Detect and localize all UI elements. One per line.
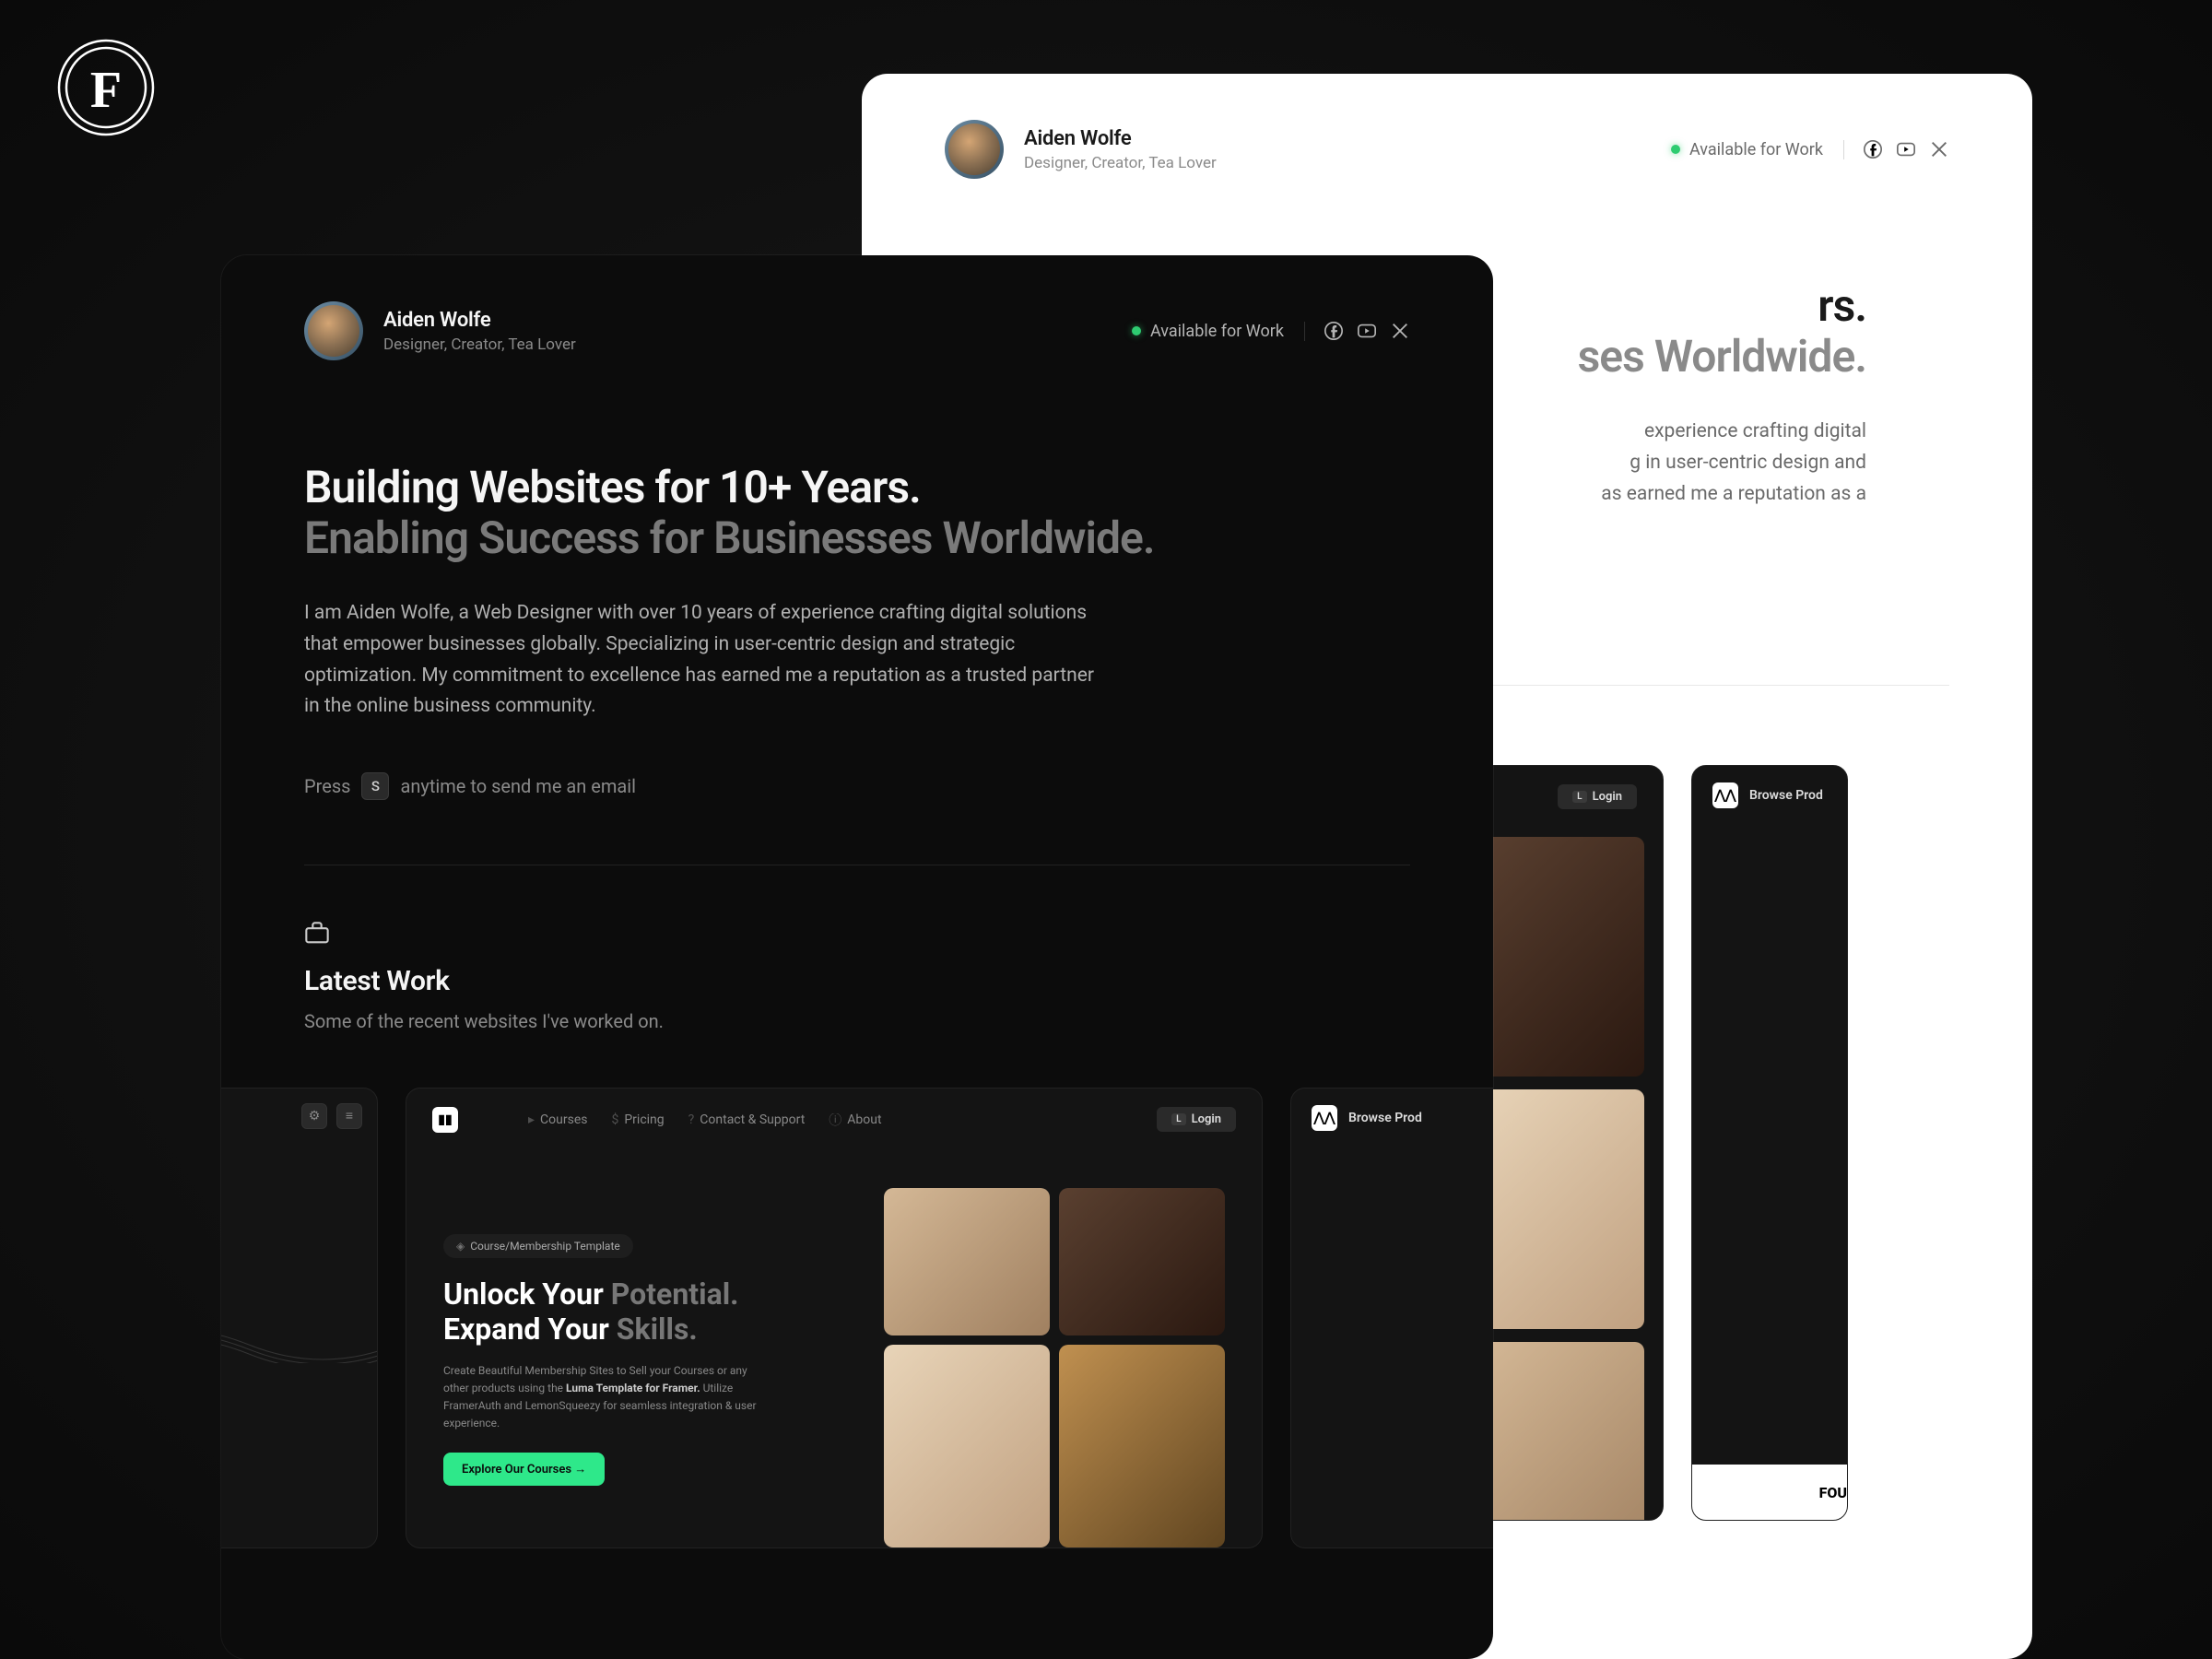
bio-text: I am Aiden Wolfe, a Web Designer with ov… [304, 598, 1097, 722]
previews-row: ss... ⚙ ≡ Tasks Task Management ▮▮ ▸Cour… [221, 1032, 1493, 1548]
header: Aiden Wolfe Designer, Creator, Tea Lover… [862, 74, 2032, 179]
status-dot-icon [1671, 145, 1680, 154]
latest-work-title: Latest Work [304, 965, 1410, 997]
nav-courses[interactable]: ▸Courses [528, 1111, 587, 1129]
preview-logo-icon: ▮▮ [432, 1107, 458, 1133]
task-item[interactable]: Task Management [221, 1531, 377, 1547]
hero-section: Building Websites for 10+ Years. Enablin… [221, 360, 1493, 800]
preview-logo-icon: ⋀⋀ [1312, 1105, 1337, 1131]
portrait-tile [1059, 1345, 1225, 1547]
preview-b-left: ◈Course/Membership Template Unlock Your … [443, 1188, 856, 1548]
preview-nav: ▸Courses $Pricing ?Contact & Support ⓘAb… [528, 1111, 882, 1129]
availability-badge: Available for Work [1132, 322, 1305, 341]
preview-login-button[interactable]: LLogin [1558, 784, 1637, 809]
preview-footer-frag: FOU [1692, 1465, 1847, 1520]
tasks-title: Tasks [221, 1484, 377, 1503]
preview-c-label: Browse Prod [1348, 1111, 1422, 1125]
availability-badge: Available for Work [1671, 140, 1844, 159]
nav-contact[interactable]: ?Contact & Support [688, 1111, 806, 1129]
preview-pill: ◈Course/Membership Template [443, 1234, 633, 1258]
hero-subtitle: Enabling Success for Businesses Worldwid… [304, 512, 1410, 563]
press-pre: Press [304, 775, 350, 797]
menu-icon[interactable]: ≡ [336, 1103, 362, 1129]
social-links [1324, 321, 1410, 341]
profile-name: Aiden Wolfe [1024, 127, 1217, 150]
header: Aiden Wolfe Designer, Creator, Tea Lover… [221, 255, 1493, 360]
preview-label: Browse Prod [1749, 788, 1823, 803]
preview-tasks[interactable]: ss... ⚙ ≡ Tasks Task Management [221, 1088, 378, 1548]
preview-b-body: ◈Course/Membership Template Unlock Your … [406, 1151, 1262, 1548]
briefcase-icon [304, 921, 330, 945]
portrait-tile [1476, 837, 1644, 1077]
nav-about[interactable]: ⓘAbout [829, 1111, 881, 1129]
x-icon[interactable] [1390, 321, 1410, 341]
portrait-tile [884, 1188, 1050, 1335]
preview-browse[interactable]: ⋀⋀ Browse Prod [1290, 1088, 1493, 1548]
portfolio-card-dark: Aiden Wolfe Designer, Creator, Tea Lover… [221, 255, 1493, 1659]
availability-text: Available for Work [1689, 140, 1823, 159]
preview-luma[interactable]: ▮▮ ▸Courses $Pricing ?Contact & Support … [406, 1088, 1263, 1548]
x-icon[interactable] [1929, 139, 1949, 159]
avatar[interactable] [304, 301, 363, 360]
availability-text: Available for Work [1150, 322, 1284, 341]
status-dot-icon [1132, 326, 1141, 335]
latest-work-subtitle: Some of the recent websites I've worked … [304, 1010, 1410, 1032]
brand-logo: F [55, 37, 157, 138]
svg-text:F: F [90, 62, 122, 119]
preview-a-tasks: Tasks Task Management [221, 1484, 377, 1547]
preview-desc: Create Beautiful Membership Sites to Sel… [443, 1362, 757, 1433]
profile-tagline: Designer, Creator, Tea Lover [1024, 154, 1217, 172]
preview-header: ⋀⋀ Browse Prod [1692, 766, 1847, 825]
avatar[interactable] [945, 120, 1004, 179]
header-right: Available for Work [1671, 139, 1949, 159]
portrait-grid [884, 1188, 1225, 1548]
preview-h1: Unlock Your Potential. Expand Your Skill… [443, 1277, 856, 1347]
preview-b-header: ▮▮ ▸Courses $Pricing ?Contact & Support … [406, 1088, 1262, 1151]
nav-pricing[interactable]: $Pricing [611, 1111, 664, 1129]
profile-tagline: Designer, Creator, Tea Lover [383, 335, 576, 354]
name-block: Aiden Wolfe Designer, Creator, Tea Lover [383, 309, 576, 354]
preview-browse-light[interactable]: ⋀⋀ Browse Prod FOU [1691, 765, 1848, 1521]
portrait-tile [1059, 1188, 1225, 1335]
preview-c-header: ⋀⋀ Browse Prod [1291, 1088, 1493, 1147]
latest-work-section: Latest Work Some of the recent websites … [221, 865, 1493, 1032]
youtube-icon[interactable] [1357, 321, 1377, 341]
name-block: Aiden Wolfe Designer, Creator, Tea Lover [1024, 127, 1217, 172]
gear-icon[interactable]: ⚙ [301, 1103, 327, 1129]
press-key[interactable]: S [361, 772, 389, 800]
preview-a-toolbar: ss... ⚙ ≡ [221, 1088, 377, 1144]
profile-name: Aiden Wolfe [383, 309, 576, 332]
facebook-icon[interactable] [1863, 139, 1883, 159]
header-right: Available for Work [1132, 321, 1410, 341]
social-links [1863, 139, 1949, 159]
facebook-icon[interactable] [1324, 321, 1344, 341]
press-hint: Press S anytime to send me an email [304, 772, 1410, 800]
youtube-icon[interactable] [1896, 139, 1916, 159]
preview-login-button[interactable]: LLogin [1157, 1107, 1236, 1132]
preview-cta-button[interactable]: Explore Our Courses → [443, 1453, 605, 1486]
portrait-tile [1476, 1342, 1644, 1521]
preview-logo-icon: ⋀⋀ [1712, 782, 1738, 808]
press-post: anytime to send me an email [400, 775, 636, 797]
portrait-tile [884, 1345, 1050, 1547]
hero-title: Building Websites for 10+ Years. [304, 462, 1410, 512]
portrait-tile [1476, 1089, 1644, 1329]
